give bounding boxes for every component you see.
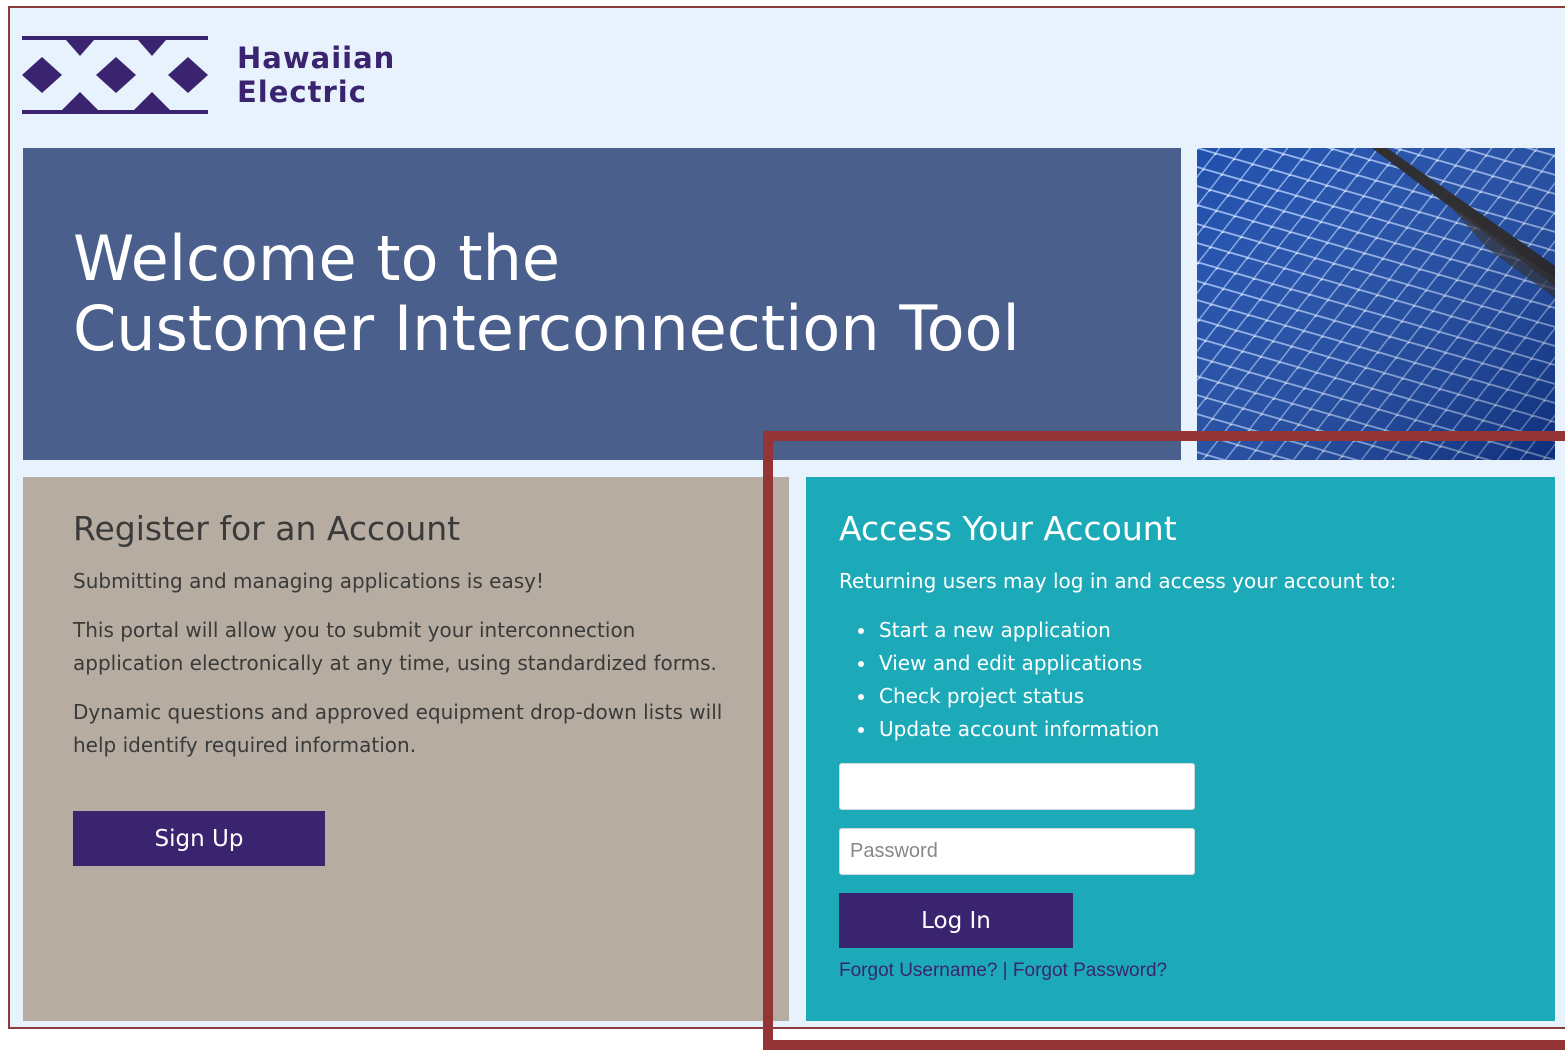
- list-item: Check project status: [858, 680, 1159, 713]
- password-input[interactable]: [839, 828, 1195, 875]
- hero-title-line1: Welcome to the: [73, 222, 561, 295]
- bullet-icon: [858, 628, 864, 634]
- log-in-button[interactable]: Log In: [839, 893, 1073, 948]
- hero-title-line2: Customer Interconnection Tool: [73, 292, 1020, 365]
- hero-title: Welcome to the Customer Interconnection …: [73, 224, 1020, 364]
- register-title: Register for an Account: [73, 509, 461, 548]
- register-card: Register for an Account Submitting and m…: [23, 477, 789, 1021]
- forgot-password-link[interactable]: Forgot Password?: [1013, 960, 1167, 981]
- bullet-icon: [858, 694, 864, 700]
- solar-panels-image: [1197, 148, 1555, 460]
- register-text-2: This portal will allow you to submit you…: [73, 618, 717, 675]
- brand-name: Hawaiian Electric: [237, 41, 395, 109]
- brand-name-line1: Hawaiian: [237, 41, 396, 75]
- list-item: View and edit applications: [858, 647, 1159, 680]
- forgot-username-link[interactable]: Forgot Username?: [839, 960, 997, 981]
- list-item: Start a new application: [858, 614, 1159, 647]
- bullet-icon: [858, 661, 864, 667]
- forgot-links: Forgot Username? | Forgot Password?: [839, 959, 1167, 983]
- sign-up-button[interactable]: Sign Up: [73, 811, 325, 866]
- register-text-3: Dynamic questions and approved equipment…: [73, 700, 723, 757]
- access-intro: Returning users may log in and access yo…: [839, 569, 1397, 593]
- register-text-1: Submitting and managing applications is …: [73, 569, 544, 593]
- access-feature-list: Start a new application View and edit ap…: [858, 614, 1159, 746]
- list-item-label: Start a new application: [879, 618, 1111, 642]
- hero-banner: Welcome to the Customer Interconnection …: [23, 148, 1181, 460]
- list-item-label: View and edit applications: [879, 651, 1143, 675]
- bullet-icon: [858, 727, 864, 733]
- access-title: Access Your Account: [839, 509, 1177, 548]
- list-item: Update account information: [858, 713, 1159, 746]
- list-item-label: Update account information: [879, 717, 1160, 741]
- username-input[interactable]: [839, 763, 1195, 810]
- hawaiian-electric-logo-icon: [22, 36, 208, 114]
- list-item-label: Check project status: [879, 684, 1085, 708]
- link-separator: |: [997, 960, 1013, 981]
- access-account-card: Access Your Account Returning users may …: [806, 477, 1555, 1021]
- brand-name-line2: Electric: [237, 75, 367, 109]
